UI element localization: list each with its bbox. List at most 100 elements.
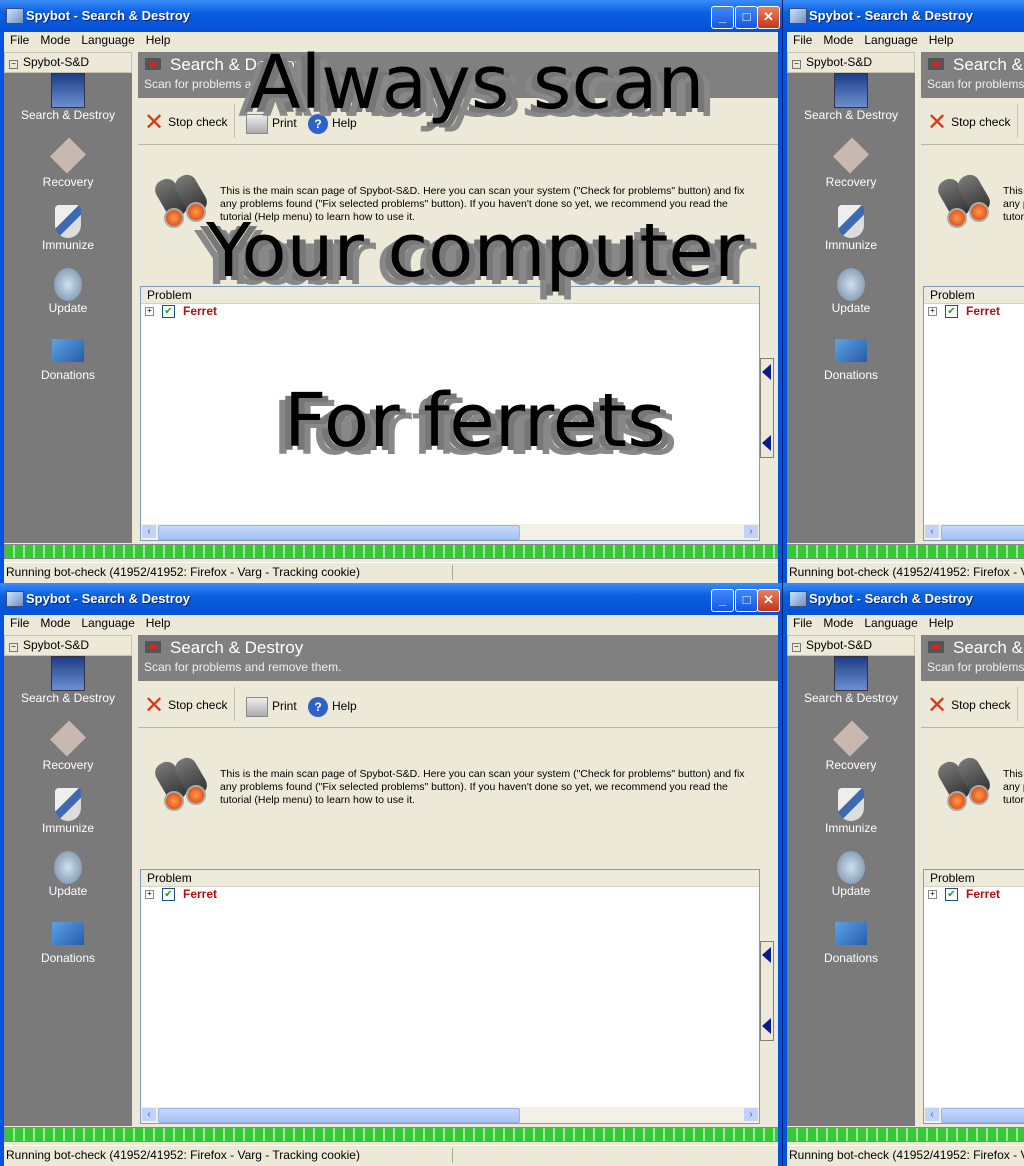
sidebar-item-donations[interactable]: Donations xyxy=(787,922,915,985)
scroll-left-icon[interactable]: ‹ xyxy=(142,525,156,538)
menu-file[interactable]: File xyxy=(788,32,817,48)
menu-help[interactable]: Help xyxy=(141,615,176,631)
scroll-thumb[interactable] xyxy=(158,525,520,540)
menu-language[interactable]: Language xyxy=(76,615,139,631)
column-header-problem[interactable]: Problem xyxy=(924,287,1024,304)
stop-check-button[interactable]: ✕ Stop check xyxy=(927,694,1010,718)
close-button[interactable]: ✕ xyxy=(757,589,780,612)
problem-list[interactable]: Problem + ✔ Ferret ‹ › xyxy=(923,869,1024,1124)
sidebar-item-update[interactable]: Update xyxy=(4,851,132,914)
help-button[interactable]: ? Help xyxy=(308,114,357,134)
problem-list[interactable]: Problem + ✔ Ferret ‹ › xyxy=(923,286,1024,541)
problem-row[interactable]: + ✔ Ferret xyxy=(924,304,1024,320)
menu-language[interactable]: Language xyxy=(76,32,139,48)
sidebar-header[interactable]: − Spybot-S&D xyxy=(787,635,915,656)
scroll-thumb[interactable] xyxy=(158,1108,520,1123)
menu-mode[interactable]: Mode xyxy=(35,32,75,48)
horizontal-scrollbar[interactable]: ‹ › xyxy=(141,524,759,540)
scroll-left-icon[interactable]: ‹ xyxy=(925,1108,939,1121)
sidebar-item-immunize[interactable]: Immunize xyxy=(787,205,915,268)
problem-checkbox[interactable]: ✔ xyxy=(945,888,958,902)
sidebar-item-search-destroy[interactable]: Search & Destroy xyxy=(787,656,915,719)
horizontal-scrollbar[interactable]: ‹ › xyxy=(141,1107,759,1123)
sidebar-header[interactable]: − Spybot-S&D xyxy=(787,52,915,73)
column-header-problem[interactable]: Problem xyxy=(141,287,759,304)
minimize-button[interactable]: _ xyxy=(711,589,734,612)
menu-language[interactable]: Language xyxy=(859,615,922,631)
sidebar-item-search-destroy[interactable]: Search & Destroy xyxy=(4,73,132,136)
problem-checkbox[interactable]: ✔ xyxy=(162,305,175,319)
panel-splitter[interactable] xyxy=(760,358,774,458)
menu-mode[interactable]: Mode xyxy=(818,32,858,48)
sidebar-item-update[interactable]: Update xyxy=(787,268,915,331)
sidebar-item-immunize[interactable]: Immunize xyxy=(4,788,132,851)
collapse-icon[interactable]: − xyxy=(9,643,18,652)
menu-file[interactable]: File xyxy=(5,615,34,631)
sidebar-item-donations[interactable]: Donations xyxy=(787,339,915,402)
horizontal-scrollbar[interactable]: ‹ › xyxy=(924,524,1024,540)
expand-icon[interactable]: + xyxy=(145,890,154,900)
help-button[interactable]: ? Help xyxy=(308,697,357,717)
problem-row[interactable]: + ✔ Ferret xyxy=(141,304,759,320)
menu-help[interactable]: Help xyxy=(141,32,176,48)
problem-checkbox[interactable]: ✔ xyxy=(162,888,175,902)
scroll-thumb[interactable] xyxy=(941,525,1024,540)
title-bar[interactable]: Spybot - Search & Destroy _ □ ✕ xyxy=(783,583,1024,615)
menu-file[interactable]: File xyxy=(788,615,817,631)
collapse-icon[interactable]: − xyxy=(792,60,801,69)
problem-checkbox[interactable]: ✔ xyxy=(945,305,958,319)
title-bar[interactable]: Spybot - Search & Destroy _ □ ✕ xyxy=(0,0,782,32)
sidebar-item-immunize[interactable]: Immunize xyxy=(787,788,915,851)
title-bar[interactable]: Spybot - Search & Destroy _ □ ✕ xyxy=(0,583,782,615)
menu-mode[interactable]: Mode xyxy=(35,615,75,631)
menu-help[interactable]: Help xyxy=(924,32,959,48)
scroll-left-icon[interactable]: ‹ xyxy=(925,525,939,538)
menu-mode[interactable]: Mode xyxy=(818,615,858,631)
problem-row[interactable]: + ✔ Ferret xyxy=(141,887,759,903)
expand-icon[interactable]: + xyxy=(145,307,154,317)
problem-list[interactable]: Problem + ✔ Ferret ‹ › xyxy=(140,286,760,541)
sidebar-item-update[interactable]: Update xyxy=(787,851,915,914)
print-button[interactable]: Print xyxy=(246,697,297,717)
scroll-right-icon[interactable]: › xyxy=(744,525,758,538)
sidebar-item-donations[interactable]: Donations xyxy=(4,339,132,402)
scroll-thumb[interactable] xyxy=(941,1108,1024,1123)
stop-check-button[interactable]: ✕ Stop check xyxy=(144,111,227,135)
collapse-arrow-icon[interactable] xyxy=(762,364,771,380)
column-header-problem[interactable]: Problem xyxy=(924,870,1024,887)
sidebar-item-recovery[interactable]: Recovery xyxy=(787,720,915,788)
maximize-button[interactable]: □ xyxy=(735,6,758,29)
collapse-icon[interactable]: − xyxy=(792,643,801,652)
sidebar-item-immunize[interactable]: Immunize xyxy=(4,205,132,268)
problem-list[interactable]: Problem + ✔ Ferret ‹ › xyxy=(140,869,760,1124)
panel-splitter[interactable] xyxy=(760,941,774,1041)
scroll-left-icon[interactable]: ‹ xyxy=(142,1108,156,1121)
collapse-icon[interactable]: − xyxy=(9,60,18,69)
expand-icon[interactable]: + xyxy=(928,307,937,317)
sidebar-item-recovery[interactable]: Recovery xyxy=(4,137,132,205)
sidebar-item-update[interactable]: Update xyxy=(4,268,132,331)
menu-language[interactable]: Language xyxy=(859,32,922,48)
column-header-problem[interactable]: Problem xyxy=(141,870,759,887)
stop-check-button[interactable]: ✕ Stop check xyxy=(144,694,227,718)
collapse-arrow-icon[interactable] xyxy=(762,1018,771,1034)
maximize-button[interactable]: □ xyxy=(735,589,758,612)
sidebar-item-search-destroy[interactable]: Search & Destroy xyxy=(787,73,915,136)
sidebar-item-recovery[interactable]: Recovery xyxy=(4,720,132,788)
sidebar-item-search-destroy[interactable]: Search & Destroy xyxy=(4,656,132,719)
stop-check-button[interactable]: ✕ Stop check xyxy=(927,111,1010,135)
collapse-arrow-icon[interactable] xyxy=(762,435,771,451)
scroll-right-icon[interactable]: › xyxy=(744,1108,758,1121)
close-button[interactable]: ✕ xyxy=(757,6,780,29)
horizontal-scrollbar[interactable]: ‹ › xyxy=(924,1107,1024,1123)
sidebar-header[interactable]: − Spybot-S&D xyxy=(4,52,132,73)
minimize-button[interactable]: _ xyxy=(711,6,734,29)
title-bar[interactable]: Spybot - Search & Destroy _ □ ✕ xyxy=(783,0,1024,32)
print-button[interactable]: Print xyxy=(246,114,297,134)
menu-help[interactable]: Help xyxy=(924,615,959,631)
sidebar-item-recovery[interactable]: Recovery xyxy=(787,137,915,205)
collapse-arrow-icon[interactable] xyxy=(762,947,771,963)
menu-file[interactable]: File xyxy=(5,32,34,48)
sidebar-header[interactable]: − Spybot-S&D xyxy=(4,635,132,656)
expand-icon[interactable]: + xyxy=(928,890,937,900)
